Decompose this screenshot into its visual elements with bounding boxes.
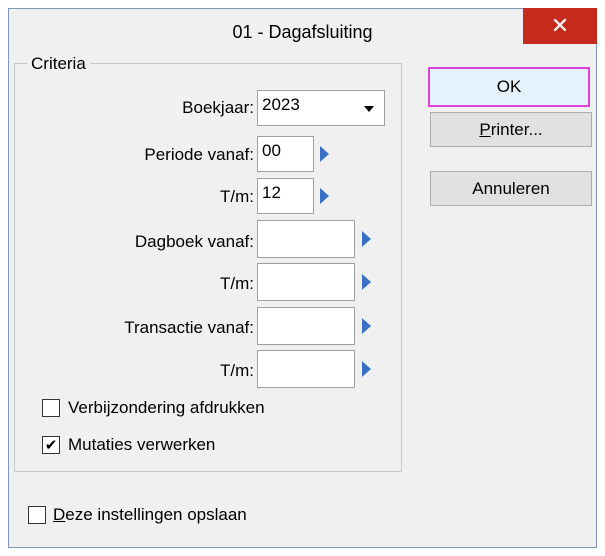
- periode-vanaf-input[interactable]: 00: [257, 136, 314, 172]
- transactie-tm-label: T/m:: [220, 361, 254, 380]
- annuleren-button[interactable]: Annuleren: [430, 171, 592, 206]
- checkmark-icon: ✔: [44, 436, 58, 454]
- transactie-vanaf-label: Transactie vanaf:: [124, 318, 254, 337]
- periode-vanaf-lookup-arrow-icon[interactable]: [320, 146, 329, 162]
- boekjaar-value: 2023: [262, 95, 300, 114]
- periode-tm-label: T/m:: [220, 187, 254, 206]
- mutaties-checkbox[interactable]: ✔: [42, 436, 60, 454]
- criteria-legend: Criteria: [27, 54, 90, 74]
- boekjaar-label: Boekjaar:: [182, 98, 254, 117]
- periode-tm-lookup-arrow-icon[interactable]: [320, 188, 329, 204]
- chevron-down-icon: [364, 106, 374, 112]
- transactie-tm-lookup-arrow-icon[interactable]: [362, 361, 371, 377]
- printer-label: rinter...: [490, 120, 543, 139]
- close-button[interactable]: ✕: [523, 8, 597, 44]
- verbijzondering-checkbox[interactable]: [42, 399, 60, 417]
- dagboek-tm-label: T/m:: [220, 274, 254, 293]
- save-settings-text: eze instellingen opslaan: [65, 505, 247, 524]
- verbijzondering-label[interactable]: Verbijzondering afdrukken: [68, 398, 265, 418]
- ok-button[interactable]: OK: [428, 67, 590, 107]
- close-icon: ✕: [550, 13, 570, 39]
- periode-tm-input[interactable]: 12: [257, 178, 314, 214]
- printer-accel: P: [479, 120, 491, 139]
- transactie-tm-input[interactable]: [257, 350, 355, 388]
- save-settings-label[interactable]: Deze instellingen opslaan: [53, 505, 247, 525]
- save-settings-checkbox[interactable]: [28, 506, 46, 524]
- dagboek-vanaf-input[interactable]: [257, 220, 355, 258]
- boekjaar-select[interactable]: 2023: [257, 90, 385, 126]
- transactie-vanaf-input[interactable]: [257, 307, 355, 345]
- mutaties-label[interactable]: Mutaties verwerken: [68, 435, 215, 455]
- dagboek-vanaf-label: Dagboek vanaf:: [134, 232, 254, 251]
- window-title: 01 - Dagafsluiting: [232, 22, 373, 42]
- title-bar[interactable]: 01 - Dagafsluiting ✕: [9, 8, 597, 59]
- dagboek-tm-lookup-arrow-icon[interactable]: [362, 274, 371, 290]
- dagboek-tm-input[interactable]: [257, 263, 355, 301]
- dagboek-vanaf-lookup-arrow-icon[interactable]: [362, 231, 371, 247]
- transactie-vanaf-lookup-arrow-icon[interactable]: [362, 318, 371, 334]
- printer-button[interactable]: Printer...: [430, 112, 592, 147]
- periode-vanaf-label: Periode vanaf:: [144, 145, 254, 164]
- save-settings-accel: D: [53, 505, 66, 524]
